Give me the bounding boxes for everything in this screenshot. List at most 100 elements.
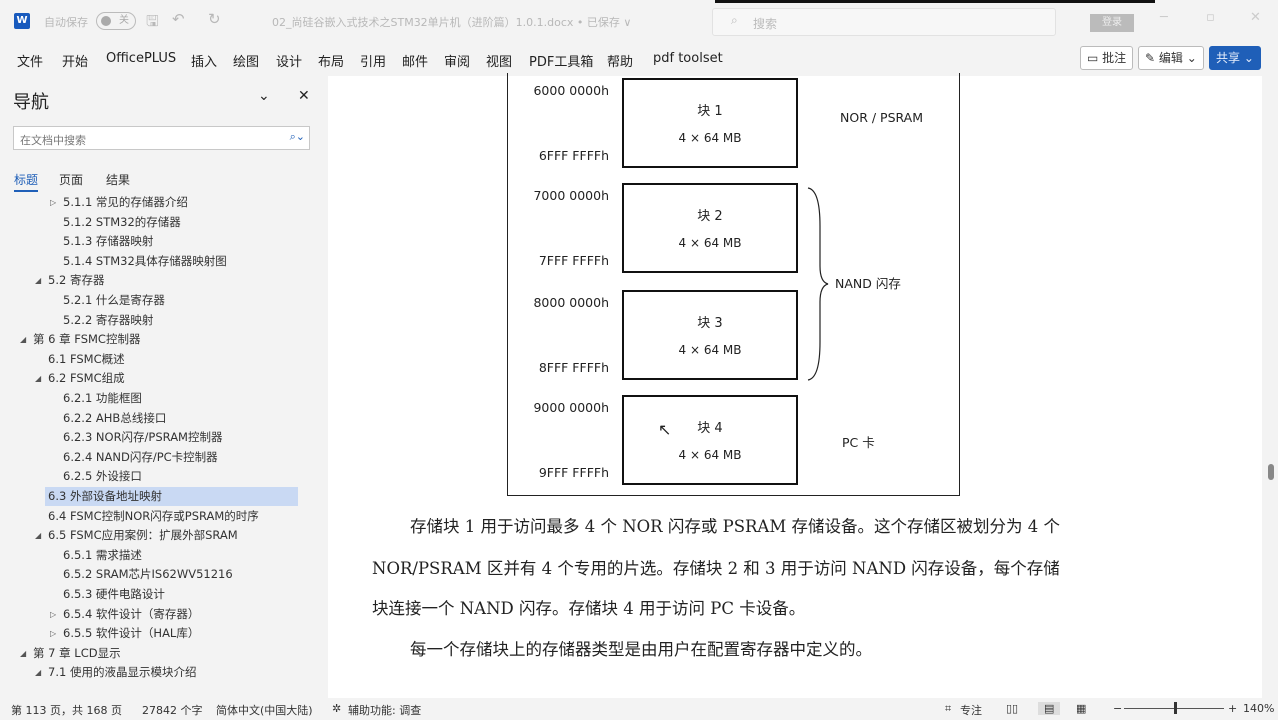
ribbon-tab[interactable]: 绘图 [233, 51, 259, 70]
nav-item[interactable]: 6.4 FSMC控制NOR闪存或PSRAM的时序 [48, 507, 259, 526]
nav-item[interactable]: 5.1.2 STM32的存储器 [63, 213, 181, 232]
search-input[interactable]: ⌕ 搜索 [712, 8, 1056, 36]
save-icon[interactable]: 🖫 [146, 11, 159, 36]
nav-item[interactable]: ▷ 6.5.5 软件设计（HAL库） [50, 624, 200, 643]
collapsed-arrow-icon[interactable]: ▷ [50, 624, 56, 643]
nav-item[interactable]: 6.2.4 NAND闪存/PC卡控制器 [63, 448, 218, 467]
edit-button[interactable]: ✎ 编辑 ⌄ [1138, 46, 1204, 70]
focus-mode[interactable]: 专注 [960, 702, 982, 718]
memory-block: 块 4 4 × 64 MB [622, 395, 798, 485]
nav-item[interactable]: ▷ 6.5.4 软件设计（寄存器） [50, 605, 199, 624]
login-button[interactable]: 登录 [1090, 14, 1134, 32]
block-size: 4 × 64 MB [678, 236, 742, 250]
nav-item[interactable]: 6.5.1 需求描述 [63, 546, 142, 565]
nav-item-label: 第 6 章 FSMC控制器 [33, 332, 141, 347]
zoom-out-icon[interactable]: − [1113, 702, 1122, 715]
nav-item[interactable]: ◢ 6.2 FSMC组成 [35, 369, 125, 388]
ribbon-tab[interactable]: 邮件 [402, 51, 428, 70]
tab-headings[interactable]: 标题 [14, 171, 39, 192]
accessibility-status[interactable]: 辅助功能: 调查 [348, 702, 421, 718]
nav-item[interactable]: 5.1.3 存储器映射 [63, 232, 153, 251]
language[interactable]: 简体中文(中国大陆) [216, 702, 313, 718]
nav-item[interactable]: ◢ 第 7 章 LCD显示 [20, 644, 121, 663]
word-logo-icon: W [14, 13, 30, 29]
ribbon-tab[interactable]: 文件 [17, 51, 43, 70]
collapsed-arrow-icon[interactable]: ▷ [50, 605, 56, 624]
expanded-arrow-icon[interactable]: ◢ [20, 644, 26, 663]
start-address: 9000 0000h [533, 400, 609, 415]
nav-item[interactable]: 6.3 外部设备地址映射 [45, 487, 298, 506]
ribbon-tab[interactable]: 布局 [318, 51, 344, 70]
ribbon-tab[interactable]: PDF工具箱 [529, 51, 593, 70]
ribbon-tab[interactable]: 视图 [486, 51, 512, 70]
expanded-arrow-icon[interactable]: ◢ [20, 330, 26, 349]
end-address: 6FFF FFFFh [538, 148, 609, 163]
comment-button[interactable]: ▭ 批注 [1080, 46, 1134, 70]
nav-item[interactable]: ▷ 5.1.1 常见的存储器介绍 [50, 193, 188, 212]
pc-card-label: PC 卡 [842, 435, 875, 450]
expanded-arrow-icon[interactable]: ◢ [35, 369, 41, 388]
autosave-toggle[interactable]: 关 [96, 12, 136, 30]
nav-item[interactable]: 6.2.2 AHB总线接口 [63, 409, 166, 428]
undo-icon[interactable]: ↶ [172, 10, 185, 28]
nav-search-input[interactable]: 在文档中搜索 ⌕⌄ [13, 126, 310, 150]
nav-item[interactable]: 6.2.3 NOR闪存/PSRAM控制器 [63, 428, 222, 447]
ribbon-tab[interactable]: OfficePLUS [106, 51, 176, 66]
nand-label: NAND 闪存 [835, 276, 901, 291]
vertical-scrollbar[interactable] [1262, 76, 1278, 698]
page-count[interactable]: 第 113 页，共 168 页 [11, 702, 122, 718]
nav-close-icon[interactable]: ✕ [298, 88, 310, 104]
nav-item-label: 6.1 FSMC概述 [48, 351, 125, 366]
nav-item-label: 6.4 FSMC控制NOR闪存或PSRAM的时序 [48, 508, 259, 523]
nav-item[interactable]: 6.5.2 SRAM芯片IS62WV51216 [63, 565, 233, 584]
nav-item[interactable]: 5.2.2 寄存器映射 [63, 311, 153, 330]
minimize-icon[interactable]: ─ [1160, 10, 1168, 25]
scrollbar-thumb[interactable] [1268, 464, 1274, 480]
nav-item-label: 6.2 FSMC组成 [48, 371, 125, 386]
nav-item[interactable]: ◢ 5.2 寄存器 [35, 271, 104, 290]
expanded-arrow-icon[interactable]: ◢ [35, 663, 41, 682]
ribbon-tab[interactable]: 插入 [191, 51, 217, 70]
tab-pages[interactable]: 页面 [59, 171, 83, 188]
nav-item[interactable]: 6.2.5 外设接口 [63, 467, 142, 486]
search-icon[interactable]: ⌕⌄ [290, 130, 305, 144]
nav-item[interactable]: ◢ 第 6 章 FSMC控制器 [20, 330, 141, 349]
read-mode-icon[interactable]: ▯▯ [1006, 702, 1018, 715]
word-count[interactable]: 27842 个字 [142, 702, 203, 718]
zoom-slider-thumb[interactable] [1174, 702, 1177, 714]
zoom-level[interactable]: 140% [1243, 702, 1274, 715]
nav-item[interactable]: ◢ 7.1 使用的液晶显示模块介绍 [35, 663, 196, 682]
memory-block: 块 2 4 × 64 MB [622, 183, 798, 273]
nav-item[interactable]: 5.2.1 什么是寄存器 [63, 291, 165, 310]
status-bar: 第 113 页，共 168 页 27842 个字 简体中文(中国大陆) ✲ 辅助… [0, 698, 1278, 720]
ribbon-tab[interactable]: 设计 [276, 51, 302, 70]
web-layout-icon[interactable]: ▦ [1076, 702, 1086, 715]
ribbon-tab[interactable]: 审阅 [444, 51, 470, 70]
edit-label: 编辑 [1158, 51, 1183, 65]
nav-item[interactable]: 6.2.1 功能框图 [63, 389, 142, 408]
tab-results[interactable]: 结果 [106, 171, 130, 188]
expanded-arrow-icon[interactable]: ◢ [35, 271, 41, 290]
nav-item[interactable]: 6.5.3 硬件电路设计 [63, 585, 165, 604]
redo-icon[interactable]: ↻ [208, 10, 221, 28]
zoom-in-icon[interactable]: + [1228, 702, 1237, 715]
maximize-icon[interactable]: ▫ [1206, 10, 1215, 25]
expanded-arrow-icon[interactable]: ◢ [35, 526, 41, 545]
nav-item[interactable]: 6.1 FSMC概述 [48, 350, 125, 369]
document-title: 02_尚硅谷嵌入式技术之STM32单片机（进阶篇）1.0.1.docx • 已保… [272, 16, 632, 29]
ribbon-tab[interactable]: 帮助 [607, 51, 633, 70]
share-button[interactable]: 共享 ⌄ [1209, 46, 1261, 70]
end-address: 9FFF FFFFh [538, 465, 609, 480]
ribbon-tab[interactable]: 开始 [62, 51, 88, 70]
nav-item[interactable]: ◢ 6.5 FSMC应用案例：扩展外部SRAM [35, 526, 238, 545]
collapsed-arrow-icon[interactable]: ▷ [50, 193, 56, 212]
block-name: 块 2 [697, 209, 723, 224]
ribbon-tab[interactable]: 引用 [360, 51, 386, 70]
ribbon-tab[interactable]: pdf toolset [653, 51, 723, 66]
nav-item[interactable]: 5.1.4 STM32具体存储器映射图 [63, 252, 227, 271]
nav-options-chevron-icon[interactable]: ⌄ [258, 88, 270, 104]
nav-item-label: 6.5.3 硬件电路设计 [63, 587, 165, 601]
close-window-icon[interactable]: ✕ [1250, 10, 1261, 25]
print-layout-icon[interactable]: ▤ [1038, 702, 1061, 715]
nav-item-label: 6.5.5 软件设计（HAL库） [63, 626, 200, 641]
